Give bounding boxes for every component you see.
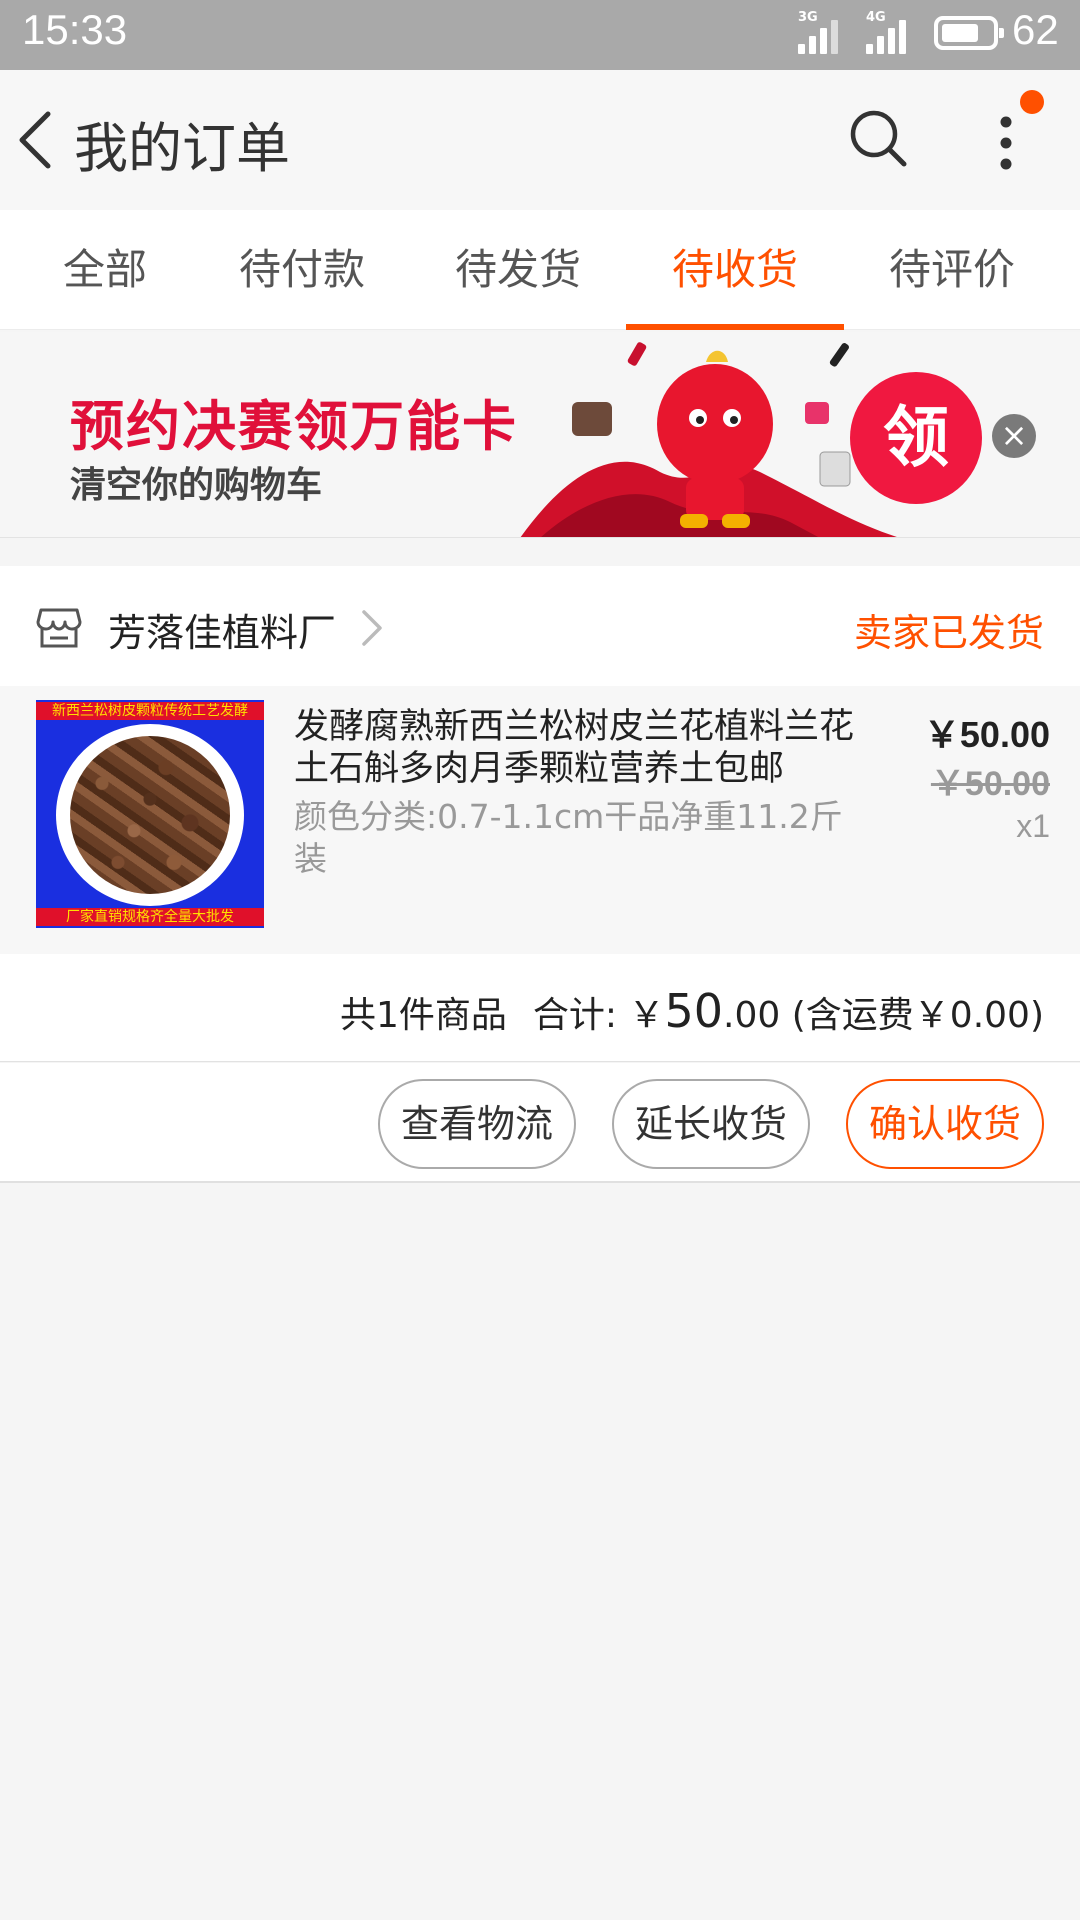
network-type-label: 4G [866, 10, 886, 25]
product-thumbnail[interactable]: 新西兰松树皮颗粒传统工艺发酵 厂家直销规格齐全量大批发 [36, 700, 264, 928]
banner-subline: 清空你的购物车 [70, 465, 323, 506]
bark-image [70, 736, 230, 894]
product-original-price: ￥50.00 [930, 765, 1050, 803]
thumbnail-top-text: 新西兰松树皮颗粒传统工艺发酵 [36, 702, 264, 720]
tab-pending-review[interactable]: 待评价 [870, 210, 1034, 330]
search-icon[interactable] [846, 106, 912, 172]
mascot-illustration-icon [520, 342, 898, 537]
signal-4g-icon: 4G [866, 10, 916, 54]
product-sku: 颜色分类:0.7-1.1cm干品净重11.2斤装 [294, 797, 843, 878]
status-time: 15:33 [22, 6, 128, 53]
product-title: 发酵腐熟新西兰松树皮兰花植料兰花土石斛多肉月季颗粒营养土包邮 [294, 707, 855, 789]
more-options-icon[interactable] [986, 108, 1026, 178]
status-bar: 15:33 3G 4G 62 [0, 0, 1080, 70]
tab-pending-payment[interactable]: 待付款 [220, 210, 384, 330]
shipping-fee: (含运费￥0.00) [791, 995, 1044, 1036]
tab-all[interactable]: 全部 [30, 210, 180, 330]
order-status-tabs: 全部 待付款 待发货 待收货 待评价 [0, 210, 1080, 330]
item-count: 共1件商品 [340, 995, 507, 1036]
page-title: 我的订单 [74, 117, 290, 180]
order-summary: 共1件商品 合计: ￥50.00 (含运费￥0.00) [0, 954, 1080, 1062]
view-logistics-button[interactable]: 查看物流 [378, 1079, 576, 1169]
shop-name: 芳落佳植料厂 [108, 611, 337, 655]
close-banner-icon[interactable]: × [992, 414, 1036, 458]
tab-pending-shipment[interactable]: 待发货 [436, 210, 600, 330]
tab-pending-receipt[interactable]: 待收货 [626, 210, 844, 330]
back-arrow-icon[interactable] [12, 108, 56, 172]
order-status: 卖家已发货 [853, 611, 1044, 655]
total-integer: 50 [664, 984, 724, 1038]
navigation-bar: 我的订单 [0, 70, 1080, 210]
battery-icon [934, 16, 1004, 50]
order-item[interactable]: 新西兰松树皮颗粒传统工艺发酵 厂家直销规格齐全量大批发 发酵腐熟新西兰松树皮兰花… [0, 686, 1080, 954]
notification-dot [1020, 90, 1044, 114]
active-tab-indicator [626, 324, 844, 330]
banner-headline: 预约决赛领万能卡 [70, 395, 518, 458]
store-icon [36, 608, 82, 648]
chevron-right-icon [362, 610, 382, 646]
shop-header[interactable]: 芳落佳植料厂 卖家已发货 [0, 566, 1080, 686]
total-label: 合计: ￥ [532, 995, 665, 1036]
order-actions: 查看物流 延长收货 确认收货 [0, 1063, 1080, 1183]
confirm-receipt-button[interactable]: 确认收货 [846, 1079, 1044, 1169]
total-decimal: .00 [723, 995, 781, 1036]
product-price: ￥50.00 [923, 714, 1050, 755]
thumbnail-bottom-text: 厂家直销规格齐全量大批发 [36, 908, 264, 926]
extend-receipt-button[interactable]: 延长收货 [612, 1079, 810, 1169]
claim-button[interactable]: 领 [850, 372, 982, 504]
product-quantity: x1 [1016, 808, 1050, 844]
promo-banner[interactable]: 预约决赛领万能卡 清空你的购物车 领 [0, 332, 1080, 538]
signal-3g-icon: 3G [798, 10, 848, 54]
network-type-label: 3G [798, 10, 818, 25]
battery-level: 62 [1012, 6, 1059, 53]
